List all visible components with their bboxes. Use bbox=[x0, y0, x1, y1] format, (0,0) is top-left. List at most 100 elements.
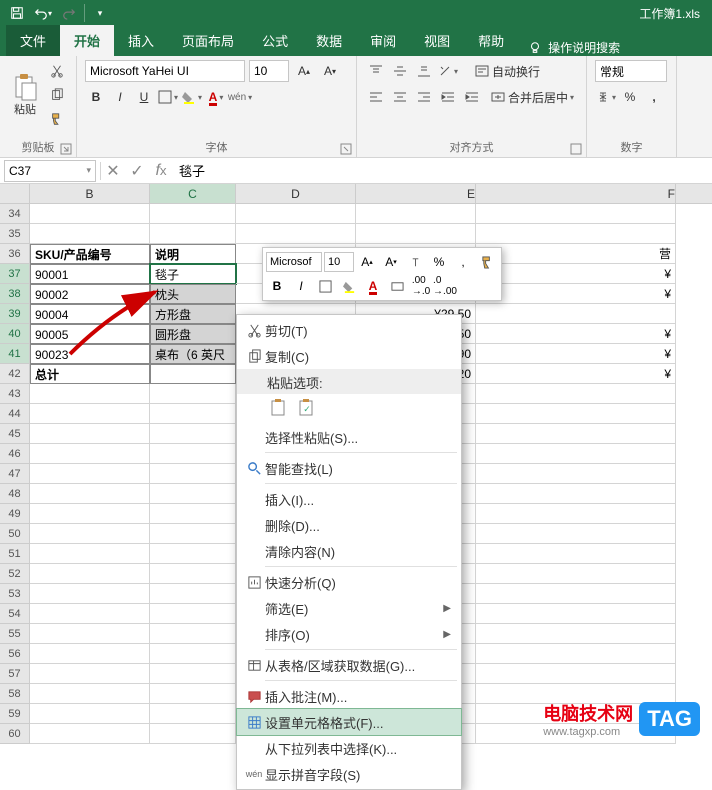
increase-indent-icon[interactable] bbox=[461, 86, 483, 108]
menu-insert-comment[interactable]: 插入批注(M)... bbox=[237, 683, 461, 709]
tellme-search[interactable]: 操作说明搜索 bbox=[518, 39, 620, 56]
row-header[interactable]: 50 bbox=[0, 524, 30, 544]
align-bottom-icon[interactable] bbox=[413, 60, 435, 82]
cell[interactable] bbox=[30, 424, 150, 444]
col-header-b[interactable]: B bbox=[30, 184, 150, 203]
bold-button[interactable]: B bbox=[85, 86, 107, 108]
col-header-d[interactable]: D bbox=[236, 184, 356, 203]
align-top-icon[interactable] bbox=[365, 60, 387, 82]
mini-font-face[interactable] bbox=[266, 252, 322, 272]
mini-increase-decimal-icon[interactable]: .0→.00 bbox=[434, 275, 456, 297]
cell[interactable]: ¥ bbox=[476, 264, 676, 284]
cell[interactable] bbox=[476, 584, 676, 604]
cell[interactable] bbox=[30, 544, 150, 564]
cell[interactable] bbox=[150, 564, 236, 584]
cell[interactable] bbox=[476, 624, 676, 644]
mini-border-icon[interactable] bbox=[314, 275, 336, 297]
tab-help[interactable]: 帮助 bbox=[464, 25, 518, 56]
cell[interactable] bbox=[150, 544, 236, 564]
row-header[interactable]: 46 bbox=[0, 444, 30, 464]
menu-paste-special[interactable]: 选择性粘贴(S)... bbox=[237, 424, 461, 450]
mini-percent-icon[interactable]: % bbox=[428, 251, 450, 273]
row-header[interactable]: 57 bbox=[0, 664, 30, 684]
tab-data[interactable]: 数据 bbox=[302, 25, 356, 56]
italic-button[interactable]: I bbox=[109, 86, 131, 108]
row-header[interactable]: 60 bbox=[0, 724, 30, 744]
align-middle-icon[interactable] bbox=[389, 60, 411, 82]
font-launcher-icon[interactable] bbox=[340, 143, 352, 155]
mini-format-painter-icon[interactable] bbox=[476, 251, 498, 273]
mini-merge-icon[interactable] bbox=[386, 275, 408, 297]
cell[interactable] bbox=[150, 684, 236, 704]
row-header[interactable]: 58 bbox=[0, 684, 30, 704]
cell[interactable] bbox=[150, 424, 236, 444]
cell[interactable] bbox=[150, 504, 236, 524]
mini-fill-color-icon[interactable] bbox=[338, 275, 360, 297]
cell[interactable] bbox=[476, 424, 676, 444]
row-header[interactable]: 38 bbox=[0, 284, 30, 304]
row-header[interactable]: 44 bbox=[0, 404, 30, 424]
mini-italic-icon[interactable]: I bbox=[290, 275, 312, 297]
decrease-indent-icon[interactable] bbox=[437, 86, 459, 108]
col-header-f[interactable]: F bbox=[476, 184, 676, 203]
tab-review[interactable]: 审阅 bbox=[356, 25, 410, 56]
cell[interactable] bbox=[150, 404, 236, 424]
menu-smart-lookup[interactable]: 智能查找(L) bbox=[237, 455, 461, 481]
tab-view[interactable]: 视图 bbox=[410, 25, 464, 56]
menu-insert[interactable]: 插入(I)... bbox=[237, 486, 461, 512]
cell[interactable] bbox=[356, 204, 476, 224]
increase-font-icon[interactable]: A▴ bbox=[293, 60, 315, 82]
row-header[interactable]: 45 bbox=[0, 424, 30, 444]
mini-font-size[interactable] bbox=[324, 252, 354, 272]
menu-clear[interactable]: 清除内容(N) bbox=[237, 538, 461, 564]
cell[interactable] bbox=[30, 464, 150, 484]
cell[interactable] bbox=[476, 384, 676, 404]
cell[interactable]: 90004 bbox=[30, 304, 150, 324]
cell[interactable] bbox=[150, 524, 236, 544]
cell[interactable]: SKU/产品编号 bbox=[30, 244, 150, 264]
menu-get-table-data[interactable]: 从表格/区域获取数据(G)... bbox=[237, 652, 461, 678]
cell[interactable] bbox=[150, 484, 236, 504]
cell[interactable] bbox=[476, 204, 676, 224]
cell[interactable] bbox=[150, 624, 236, 644]
row-header[interactable]: 43 bbox=[0, 384, 30, 404]
cell[interactable]: 方形盘 bbox=[150, 304, 236, 324]
cell[interactable] bbox=[236, 204, 356, 224]
select-all-corner[interactable] bbox=[0, 184, 30, 203]
cell[interactable]: 营 bbox=[476, 244, 676, 264]
cell[interactable] bbox=[476, 464, 676, 484]
cell[interactable] bbox=[150, 444, 236, 464]
cell[interactable]: ¥ bbox=[476, 284, 676, 304]
row-header[interactable]: 34 bbox=[0, 204, 30, 224]
cell[interactable] bbox=[476, 484, 676, 504]
percent-icon[interactable]: % bbox=[619, 86, 641, 108]
cell[interactable] bbox=[150, 204, 236, 224]
col-header-e[interactable]: E bbox=[356, 184, 476, 203]
cell[interactable] bbox=[30, 624, 150, 644]
cell[interactable] bbox=[150, 364, 236, 384]
accounting-format-icon[interactable] bbox=[595, 86, 617, 108]
cell[interactable] bbox=[30, 204, 150, 224]
undo-icon[interactable]: ▾ bbox=[30, 2, 56, 24]
cell[interactable] bbox=[476, 524, 676, 544]
mini-decrease-font-icon[interactable]: A▾ bbox=[380, 251, 402, 273]
cell[interactable] bbox=[476, 444, 676, 464]
save-icon[interactable] bbox=[4, 2, 30, 24]
cell[interactable] bbox=[30, 704, 150, 724]
cell[interactable] bbox=[150, 584, 236, 604]
font-face-select[interactable] bbox=[85, 60, 245, 82]
row-header[interactable]: 37 bbox=[0, 264, 30, 284]
cell[interactable] bbox=[476, 224, 676, 244]
menu-copy[interactable]: 复制(C) bbox=[237, 343, 461, 369]
cell[interactable]: ¥ bbox=[476, 324, 676, 344]
cell[interactable] bbox=[30, 384, 150, 404]
cell[interactable]: 总计 bbox=[30, 364, 150, 384]
align-right-icon[interactable] bbox=[413, 86, 435, 108]
align-launcher-icon[interactable] bbox=[570, 143, 582, 155]
cell[interactable]: ¥ bbox=[476, 364, 676, 384]
formula-input[interactable] bbox=[173, 163, 712, 178]
wrap-text-button[interactable]: 自动换行 bbox=[475, 60, 540, 82]
border-button[interactable] bbox=[157, 86, 179, 108]
tab-insert[interactable]: 插入 bbox=[114, 25, 168, 56]
row-header[interactable]: 53 bbox=[0, 584, 30, 604]
